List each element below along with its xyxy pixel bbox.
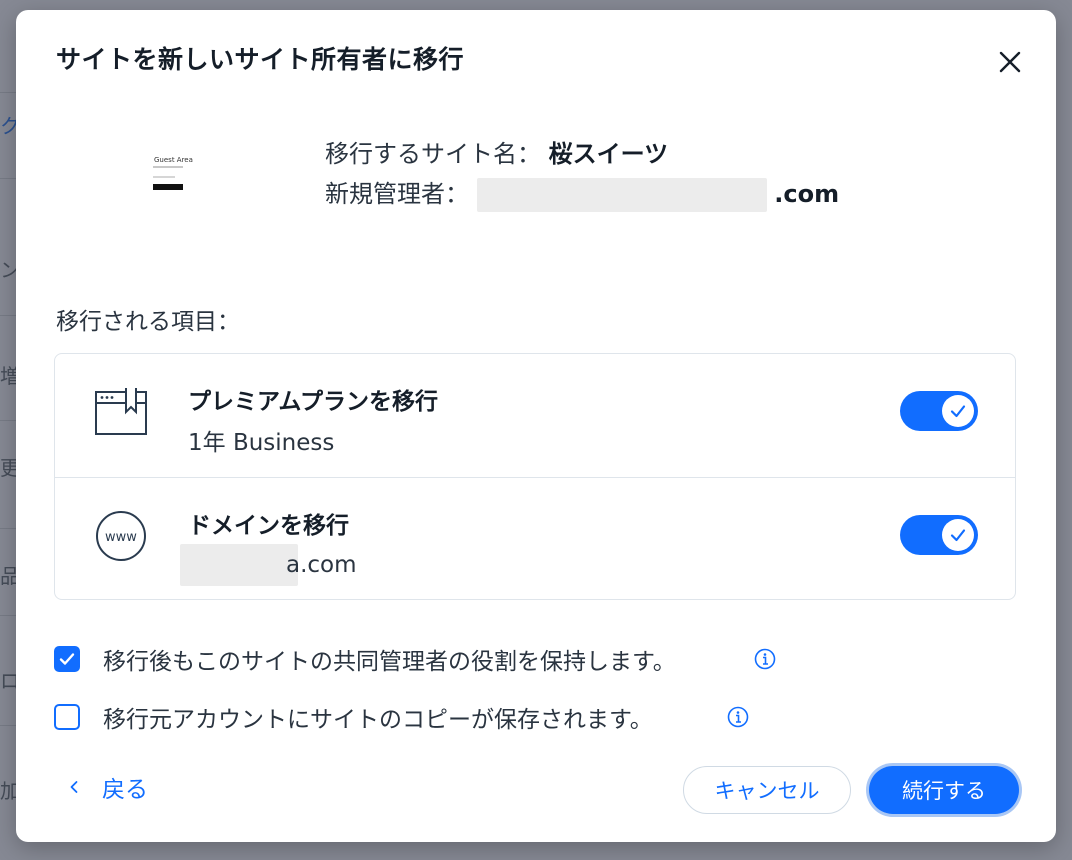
checkmark-icon <box>950 405 966 418</box>
continue-button[interactable]: 続行する <box>869 766 1019 814</box>
redacted-domain <box>180 544 298 586</box>
domain-subtitle: a.com <box>180 544 357 586</box>
new-admin-row: 新規管理者： .com <box>325 174 839 212</box>
checkmark-icon <box>59 653 75 665</box>
back-label: 戻る <box>102 777 148 803</box>
info-icon[interactable] <box>754 648 776 670</box>
close-button[interactable] <box>996 48 1024 76</box>
site-thumbnail-title: Guest Area <box>154 156 193 164</box>
site-name-label: 移行するサイト名： <box>325 140 541 168</box>
checkmark-icon <box>950 529 966 542</box>
transfer-items-list: プレミアムプランを移行 1年 Business www ドメインを移行 a.co… <box>54 353 1016 600</box>
www-icon-text: www <box>105 530 137 545</box>
toggle-knob <box>942 519 974 551</box>
dialog-title: サイトを新しいサイト所有者に移行 <box>56 45 465 74</box>
close-icon <box>999 51 1021 73</box>
save-copy-label[interactable]: 移行元アカウントにサイトのコピーが保存されます。 <box>103 700 653 734</box>
save-copy-checkbox[interactable] <box>54 704 80 730</box>
domain-suffix: a.com <box>286 551 357 578</box>
thumbnail-button-bar <box>153 184 183 190</box>
back-button[interactable]: 戻る <box>66 770 148 804</box>
new-admin-label: 新規管理者： <box>325 180 469 208</box>
new-admin-email-suffix: .com <box>774 180 840 208</box>
premium-plan-toggle[interactable] <box>900 391 978 431</box>
site-name-row: 移行するサイト名： 桜スイーツ <box>325 134 668 169</box>
keep-co-admin-checkbox[interactable] <box>54 646 80 672</box>
site-name-value: 桜スイーツ <box>548 140 669 168</box>
thumbnail-text-line <box>153 166 183 168</box>
keep-co-admin-label[interactable]: 移行後もこのサイトの共同管理者の役割を保持します。 <box>103 642 676 676</box>
redacted-email <box>476 178 767 212</box>
transfer-item-domain: www ドメインを移行 a.com <box>55 477 1015 601</box>
cancel-button[interactable]: キャンセル <box>683 766 851 814</box>
domain-title: ドメインを移行 <box>188 513 349 539</box>
www-globe-icon: www <box>96 511 146 561</box>
site-thumbnail: Guest Area <box>136 148 200 198</box>
premium-plan-subtitle: 1年 Business <box>188 430 335 456</box>
transfer-items-label: 移行される項目： <box>56 309 240 335</box>
thumbnail-text-line <box>153 176 175 178</box>
domain-toggle[interactable] <box>900 515 978 555</box>
browser-bookmark-icon <box>95 388 147 435</box>
chevron-left-icon <box>70 781 78 793</box>
info-icon[interactable] <box>727 706 749 728</box>
transfer-site-dialog: サイトを新しいサイト所有者に移行 Guest Area 移行するサイト名： 桜ス… <box>16 10 1056 842</box>
transfer-item-premium-plan: プレミアムプランを移行 1年 Business <box>55 354 1015 477</box>
premium-plan-title: プレミアムプランを移行 <box>188 389 439 415</box>
toggle-knob <box>942 395 974 427</box>
